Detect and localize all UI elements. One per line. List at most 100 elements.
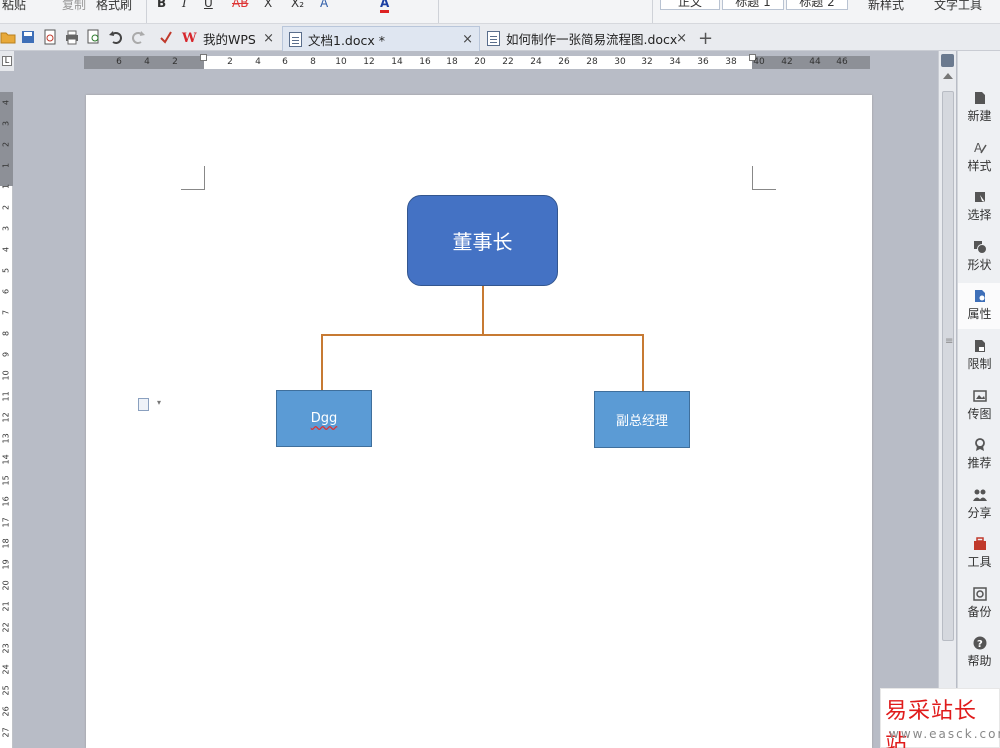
ruler-number: 40 xyxy=(753,57,765,67)
ruler-number: 27 xyxy=(1,727,11,738)
vertical-scrollbar[interactable] xyxy=(938,51,956,748)
italic-button[interactable]: I xyxy=(182,0,187,10)
connector-line xyxy=(642,334,644,391)
taskpane-item-restrict[interactable]: 限制 xyxy=(958,333,1000,379)
node-label: 董事长 xyxy=(452,230,513,254)
font-color-button[interactable]: A xyxy=(380,0,390,13)
tab-flowchart-doc[interactable]: 如何制作一张简易流程图.docx × xyxy=(481,26,693,51)
taskpane-item-help[interactable]: ? 帮助 xyxy=(958,630,1000,676)
taskpane-item-backup[interactable]: 备份 xyxy=(958,581,1000,627)
copy-button[interactable]: 复制 xyxy=(62,0,86,13)
tab-document-1[interactable]: 文档1.docx * × xyxy=(282,26,480,51)
strikethrough-button[interactable]: AB xyxy=(232,0,248,10)
ruler-number: 9 xyxy=(1,351,11,358)
taskpane-item-shape[interactable]: 形状 xyxy=(958,234,1000,280)
site-watermark: 易采站长站 www.easck.com xyxy=(880,688,1000,748)
text-effect-button[interactable]: A xyxy=(320,0,328,10)
new-style-button[interactable]: 新样式 xyxy=(868,0,904,13)
ruler-number: 8 xyxy=(1,330,11,337)
document-icon xyxy=(289,31,302,47)
style-heading-1[interactable]: 标题 1 xyxy=(722,0,784,10)
document-tab-bar: W 我的WPS × 文档1.docx * × 如何制作一张简易流程图.docx … xyxy=(0,24,1000,51)
export-pdf-icon[interactable] xyxy=(42,29,58,45)
ribbon-divider xyxy=(652,0,653,23)
subscript-button[interactable]: X₂ xyxy=(291,0,304,10)
ruler-number: 18 xyxy=(446,57,458,67)
close-icon[interactable]: × xyxy=(462,32,473,47)
watermark-url: www.easck.com xyxy=(889,727,1000,741)
taskpane-label: 属性 xyxy=(967,307,992,321)
ruler-number: 44 xyxy=(809,57,821,67)
recommend-icon xyxy=(974,438,985,451)
ruler-number: 2 xyxy=(1,204,11,211)
undo-icon[interactable] xyxy=(108,29,124,45)
save-icon[interactable] xyxy=(20,29,36,45)
taskpane-item-tools[interactable]: 工具 xyxy=(958,531,1000,577)
tab-stop-selector[interactable]: L xyxy=(2,56,12,66)
ruler-number: 28 xyxy=(586,57,598,67)
ruler-corner[interactable]: L xyxy=(0,51,14,71)
taskpane-item-style[interactable]: A 样式 xyxy=(958,135,1000,181)
flowchart-child-node[interactable]: Dgg xyxy=(276,390,372,447)
flowchart-child-node[interactable]: 副总经理 xyxy=(594,391,690,448)
print-icon[interactable] xyxy=(64,29,80,45)
ruler-number: 25 xyxy=(1,685,11,696)
node-label: 副总经理 xyxy=(615,414,668,429)
taskpane-item-share[interactable]: 分享 xyxy=(958,482,1000,528)
taskpane-label: 形状 xyxy=(967,258,992,272)
ribbon-divider xyxy=(146,0,147,23)
close-icon[interactable]: × xyxy=(263,31,274,46)
paragraph-handle-icon[interactable] xyxy=(138,398,149,411)
taskpane-item-new[interactable]: 新建 xyxy=(958,85,1000,131)
close-icon[interactable]: × xyxy=(676,31,687,46)
customize-quick-access-icon[interactable] xyxy=(158,29,174,45)
splitter-handle-icon[interactable]: ≡ xyxy=(945,336,953,347)
style-heading-2[interactable]: 标题 2 xyxy=(786,0,848,10)
taskpane-label: 限制 xyxy=(967,357,992,371)
ruler-number: 14 xyxy=(391,57,403,67)
taskpane-item-select[interactable]: 选择 xyxy=(958,184,1000,230)
text-tools-button[interactable]: 文字工具 xyxy=(934,0,982,13)
scroll-up-icon[interactable] xyxy=(943,73,953,79)
format-painter-button[interactable]: 格式刷 xyxy=(96,0,132,13)
document-page[interactable]: ▾ 董事长 Dgg 副总经理 xyxy=(86,95,872,748)
new-doc-icon xyxy=(974,92,985,104)
new-tab-button[interactable]: + xyxy=(698,28,713,49)
style-normal[interactable]: 正文 xyxy=(660,0,720,10)
pane-toggle-icon[interactable] xyxy=(941,54,954,67)
vertical-ruler[interactable]: 4 3 2 1 1 2 3 4 5 6 7 8 9 10 11 12 13 14 15 16 17 18 19 20 21 22 2… xyxy=(0,92,13,748)
tab-my-wps[interactable]: W 我的WPS × xyxy=(176,26,280,51)
taskpane-item-properties[interactable]: 属性 xyxy=(958,283,1000,329)
ruler-number: 4 xyxy=(1,99,11,106)
upload-image-icon xyxy=(972,390,987,402)
ruler-number: 34 xyxy=(669,57,681,67)
chevron-down-icon[interactable]: ▾ xyxy=(157,398,161,407)
ruler-number: 10 xyxy=(335,57,347,67)
underline-button[interactable]: U xyxy=(204,0,213,10)
horizontal-ruler[interactable]: 6 4 2 2 4 6 8 10 12 14 16 18 20 22 24 26 28 30 32 34 36 38 40 4… xyxy=(84,54,870,69)
backup-icon xyxy=(972,587,987,601)
open-folder-icon[interactable] xyxy=(0,29,16,45)
print-preview-icon[interactable] xyxy=(86,29,102,45)
left-indent-marker[interactable] xyxy=(200,54,207,61)
taskpane-item-recommend[interactable]: 推荐 xyxy=(958,432,1000,478)
ribbon-divider xyxy=(438,0,439,23)
redo-icon[interactable] xyxy=(130,29,146,45)
ruler-number: 19 xyxy=(1,559,11,570)
ruler-number: 20 xyxy=(1,580,11,591)
ruler-number: 4 xyxy=(144,57,150,67)
paste-button[interactable]: 粘贴 xyxy=(2,0,26,13)
select-icon xyxy=(974,192,985,202)
scrollbar-thumb[interactable] xyxy=(942,91,954,641)
flowchart-root-node[interactable]: 董事长 xyxy=(407,195,558,286)
ruler-number: 23 xyxy=(1,643,11,654)
ruler-number: 15 xyxy=(1,475,11,486)
bold-button[interactable]: B xyxy=(157,0,166,10)
tab-label: 我的WPS xyxy=(203,32,256,47)
help-icon: ? xyxy=(973,636,986,650)
ruler-number: 3 xyxy=(1,225,11,232)
ruler-number: 18 xyxy=(1,538,11,549)
ruler-number: 6 xyxy=(282,57,288,67)
taskpane-item-upload-image[interactable]: 传图 xyxy=(958,383,1000,429)
superscript-button[interactable]: X xyxy=(264,0,272,10)
